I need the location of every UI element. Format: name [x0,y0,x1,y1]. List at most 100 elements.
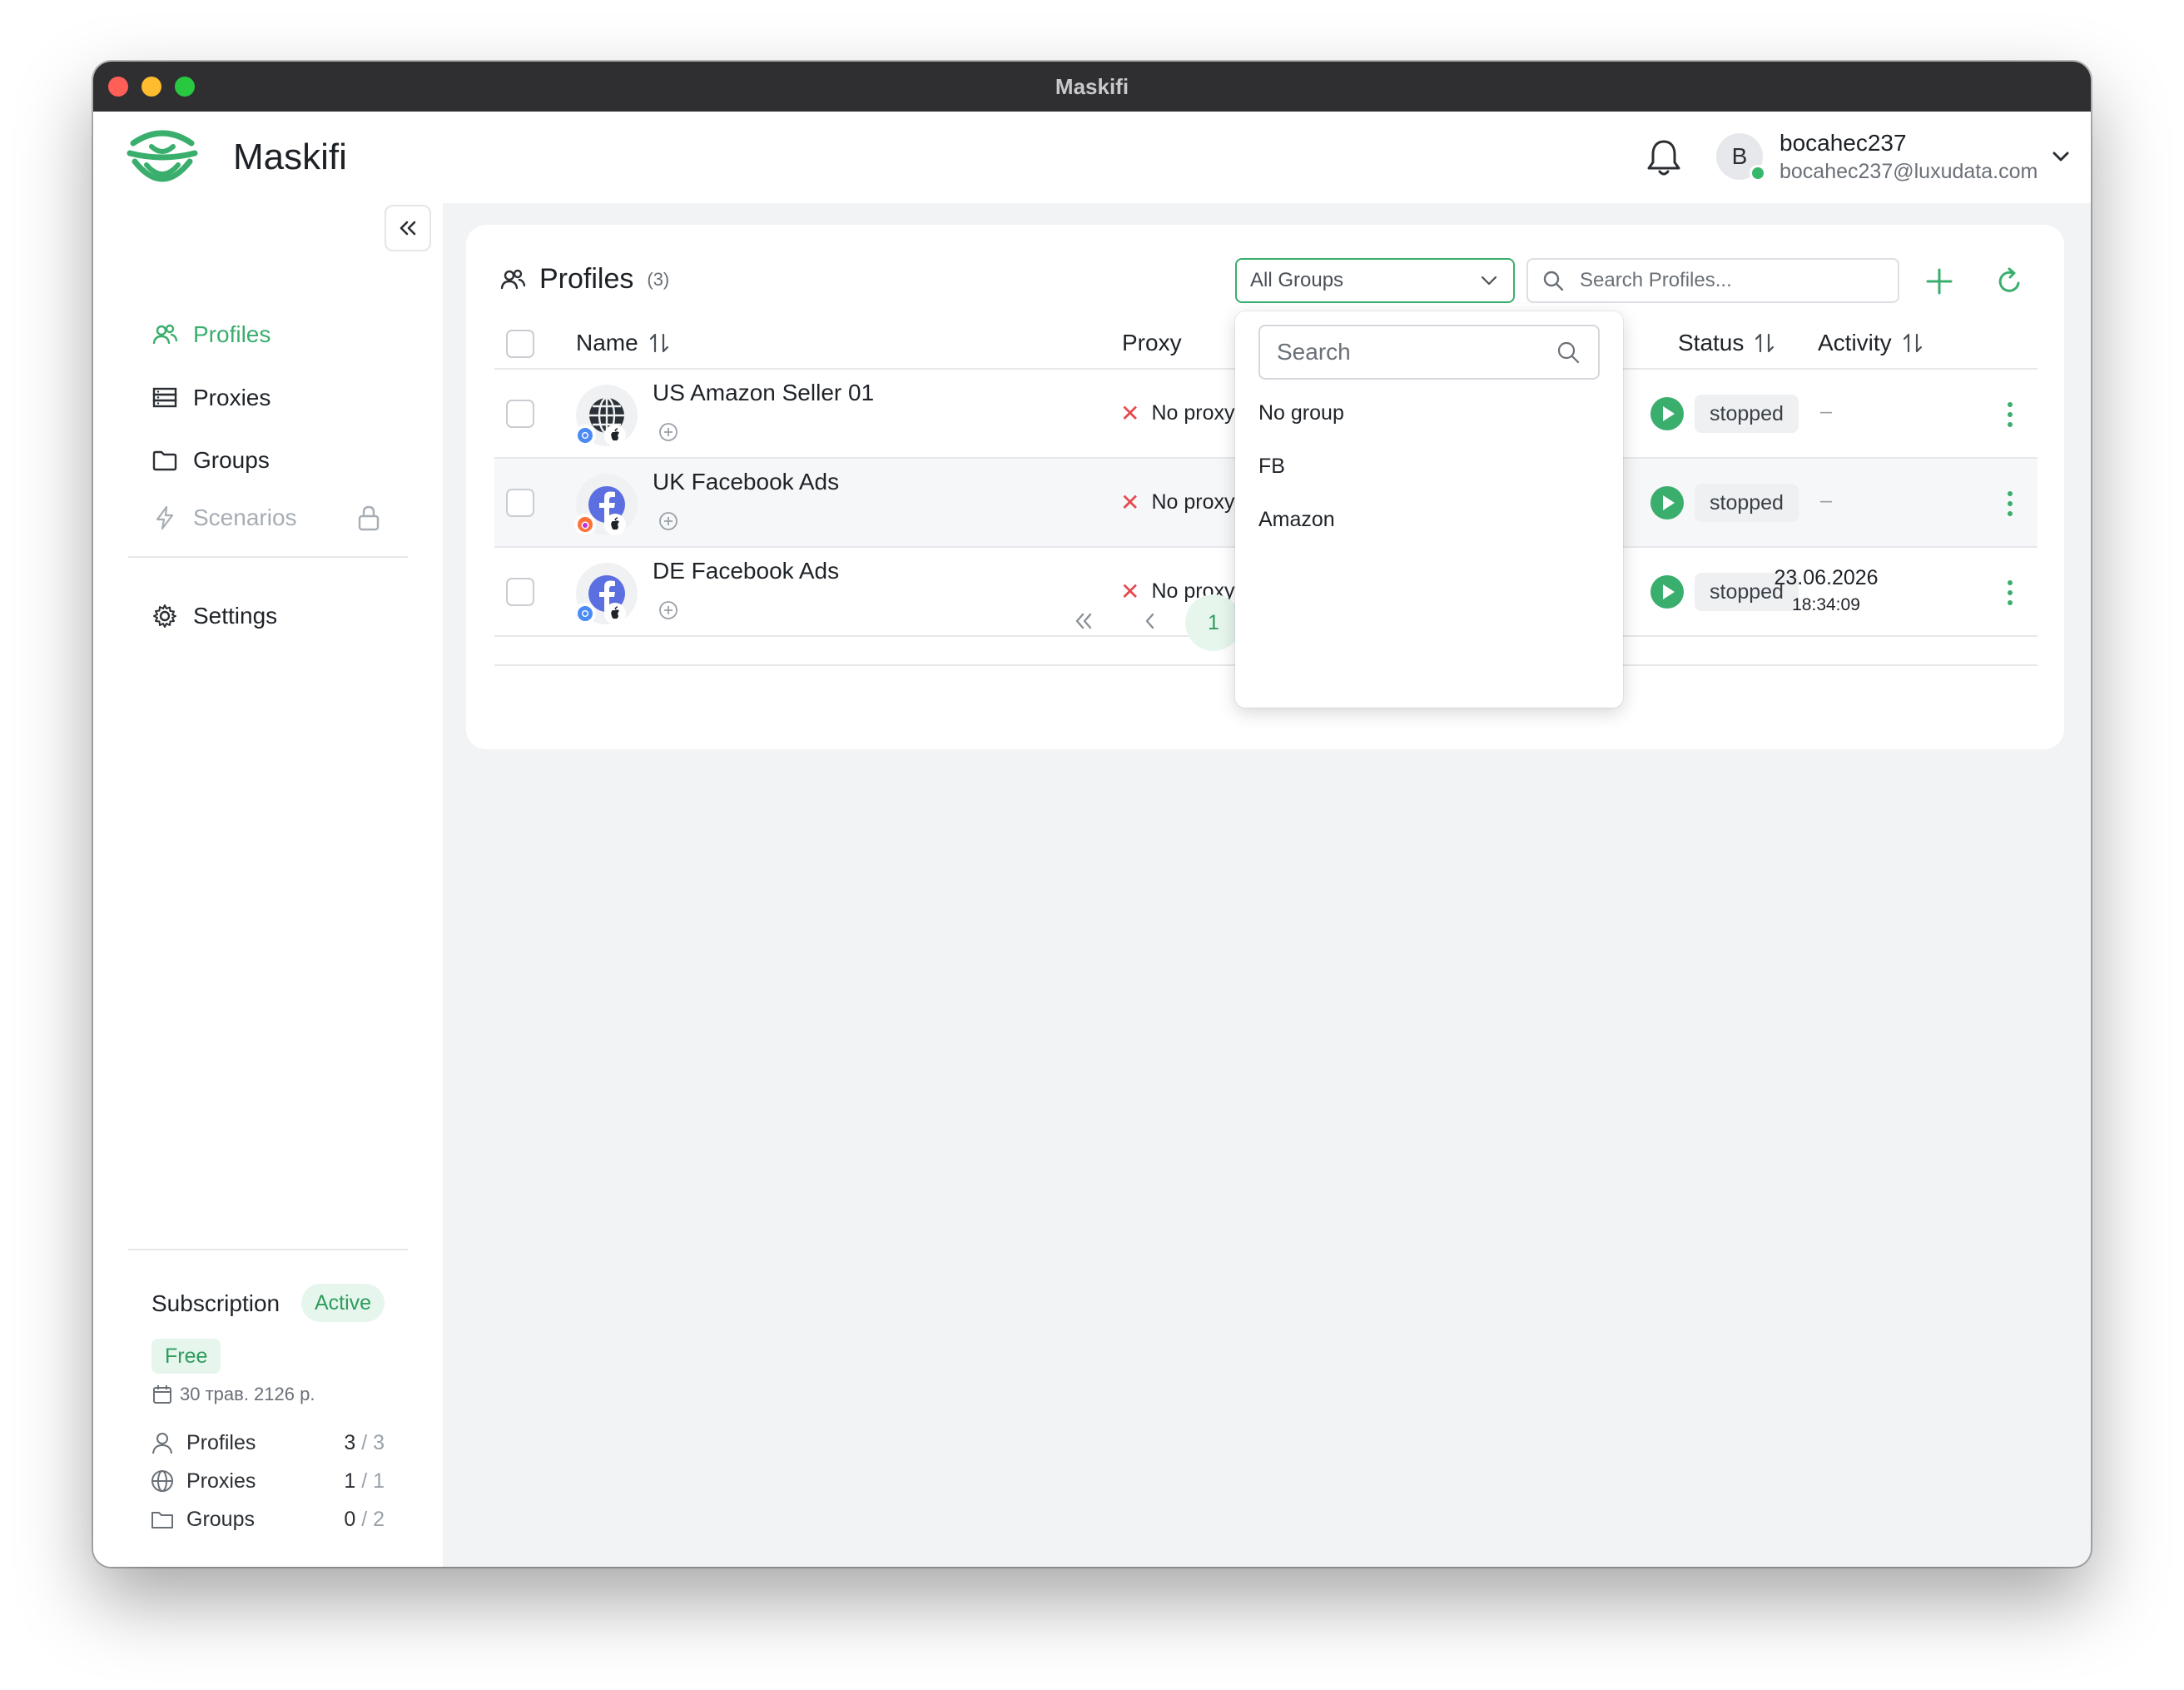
folder-icon [152,450,177,471]
more-options-icon[interactable] [1996,489,2024,519]
no-proxy-icon: ✕ [1120,490,1140,515]
first-page-icon[interactable] [1069,606,1099,636]
limit-max: / 3 [361,1430,385,1454]
chrome-icon [574,425,596,446]
search-icon [1543,271,1564,291]
profile-name[interactable]: US Amazon Seller 01 [653,380,874,406]
page-button-current[interactable]: 1 [1185,594,1242,651]
limit-row-proxies: Proxies 1 / 1 [150,1469,385,1494]
zoom-window-button[interactable] [175,77,195,97]
online-status-dot [1750,165,1766,181]
column-proxy: Proxy [1122,330,1182,356]
avatar[interactable]: B [1716,133,1766,181]
column-name[interactable]: Name [576,330,672,356]
column-activity[interactable]: Activity [1818,330,1925,356]
chevron-down-icon[interactable] [2049,145,2072,168]
limit-label: Proxies [186,1469,256,1493]
maskifi-logo-icon [127,130,198,182]
proxy-text: No proxy [1151,401,1235,425]
minimize-window-button[interactable] [141,77,161,97]
sidebar-item-groups[interactable]: Groups [151,447,270,474]
bell-icon[interactable] [1645,137,1683,178]
user-icon [152,1433,172,1454]
calendar-icon [153,1385,171,1404]
group-search-field[interactable] [1258,325,1600,380]
sidebar-item-scenarios[interactable]: Scenarios [151,505,297,531]
sidebar-item-profiles[interactable]: Profiles [151,321,271,348]
title-bar: Maskifi [93,62,2091,112]
play-icon[interactable] [1650,396,1685,431]
folder-icon [151,1512,173,1528]
row-checkbox[interactable] [506,400,534,428]
window-controls [108,77,195,97]
sidebar-item-label: Scenarios [193,505,297,530]
select-all-checkbox[interactable] [506,330,534,358]
lock-icon [358,505,380,531]
group-option-amazon[interactable]: Amazon [1258,508,1335,532]
app-name: Maskifi [233,137,347,177]
column-status[interactable]: Status [1678,330,1777,356]
activity-cell: – [1760,489,1893,513]
users-icon [152,324,178,345]
limit-row-groups: Groups 0 / 2 [150,1507,385,1532]
refresh-icon[interactable] [1993,265,2026,298]
profile-name[interactable]: UK Facebook Ads [653,469,839,495]
apple-icon [604,514,626,535]
proxy-cell: ✕ No proxy [1120,489,1235,516]
sidebar-divider [128,556,408,558]
firefox-icon [574,514,596,535]
add-tag-icon[interactable] [658,421,679,443]
activity-value: – [1820,489,1832,512]
sidebar-item-label: Profiles [193,321,271,347]
add-profile-button[interactable] [1923,265,1956,298]
limit-row-profiles: Profiles 3 / 3 [150,1430,385,1455]
server-icon [152,387,177,408]
limit-label: Groups [186,1507,255,1531]
lightning-icon [156,505,174,530]
activity-cell: – [1760,400,1893,424]
sidebar-item-settings[interactable]: Settings [151,603,277,629]
limit-max: / 2 [361,1507,385,1531]
profile-count: (3) [647,268,670,290]
gear-icon [153,604,176,628]
group-filter-select[interactable]: All Groups [1235,258,1515,303]
page-title-text: Profiles [539,263,634,295]
sidebar-item-label: Groups [193,447,270,473]
sidebar-item-label: Proxies [193,385,271,410]
window-title: Maskifi [1055,73,1129,99]
column-proxy-label: Proxy [1122,330,1182,355]
activity-value: – [1820,400,1832,423]
more-options-icon[interactable] [1996,400,2024,430]
chevron-down-icon [1481,276,1497,286]
row-checkbox[interactable] [506,489,534,517]
search-profiles-input[interactable] [1580,269,1879,292]
subscription-title: Subscription [151,1290,280,1316]
subscription-date-text: 30 трав. 2126 р. [180,1384,315,1404]
sidebar-divider [128,1249,408,1250]
previous-page-icon[interactable] [1135,606,1165,636]
limit-count: 1 / 1 [344,1469,385,1494]
subscription-status-badge: Active [301,1284,385,1322]
double-chevron-left-icon [400,221,416,236]
sort-icon [1755,333,1774,353]
avatar-initial: B [1731,143,1748,169]
sidebar-item-proxies[interactable]: Proxies [151,385,271,411]
page-title: Profiles (3) [499,263,669,296]
sidebar-item-label: Settings [193,603,278,629]
search-profiles-field[interactable] [1526,258,1899,303]
group-option-no-group[interactable]: No group [1258,401,1344,425]
column-status-label: Status [1678,330,1745,355]
column-name-label: Name [576,330,638,355]
sidebar: Profiles Proxies Groups Scenarios Settin… [93,203,443,1567]
collapse-sidebar-button[interactable] [385,205,431,251]
users-icon [500,269,526,289]
column-activity-label: Activity [1818,330,1892,355]
group-option-fb[interactable]: FB [1258,455,1285,479]
play-icon[interactable] [1650,485,1685,520]
group-filter-dropdown: No group FB Amazon [1235,311,1623,708]
group-search-input[interactable] [1277,339,1551,365]
close-window-button[interactable] [108,77,128,97]
search-icon [1557,341,1580,364]
limit-used: 0 [344,1507,356,1531]
add-tag-icon[interactable] [658,510,679,532]
